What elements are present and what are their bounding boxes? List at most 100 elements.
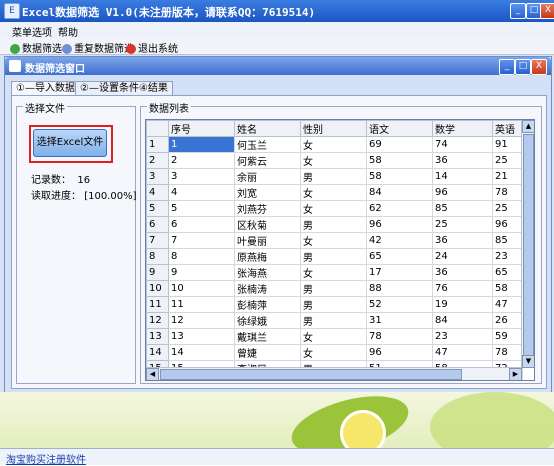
table-cell[interactable]: 戴琪兰: [234, 328, 301, 345]
table-cell[interactable]: 余丽: [234, 168, 301, 185]
table-cell[interactable]: 13: [168, 328, 235, 345]
column-header[interactable]: 性别: [300, 120, 367, 137]
table-cell[interactable]: 女: [300, 264, 367, 281]
table-cell[interactable]: 19: [432, 296, 493, 313]
table-cell[interactable]: 26: [492, 312, 523, 329]
table-cell[interactable]: 21: [492, 168, 523, 185]
table-cell[interactable]: 78: [366, 328, 433, 345]
table-cell[interactable]: 刘宽: [234, 184, 301, 201]
menu-help[interactable]: 帮助: [58, 24, 78, 39]
table-cell[interactable]: 58: [366, 168, 433, 185]
table-cell[interactable]: 52: [366, 296, 433, 313]
table-cell[interactable]: 女: [300, 136, 367, 153]
table-cell[interactable]: 11: [168, 296, 235, 313]
table-cell[interactable]: 何玉兰: [234, 136, 301, 153]
table-cell[interactable]: 84: [432, 312, 493, 329]
table-cell[interactable]: 刘燕芬: [234, 200, 301, 217]
table-cell[interactable]: 62: [366, 200, 433, 217]
column-header[interactable]: 数学: [432, 120, 493, 137]
table-cell[interactable]: 女: [300, 328, 367, 345]
table-cell[interactable]: 78: [492, 344, 523, 361]
horizontal-scrollbar[interactable]: ◀ ▶: [146, 367, 522, 380]
table-cell[interactable]: 36: [432, 152, 493, 169]
table-cell[interactable]: 4: [168, 184, 235, 201]
table-cell[interactable]: 女: [300, 232, 367, 249]
table-cell[interactable]: 96: [366, 344, 433, 361]
vertical-scroll-thumb[interactable]: [523, 134, 534, 356]
row-header[interactable]: 14: [146, 344, 169, 361]
inner-maximize-button[interactable]: □: [515, 59, 531, 75]
menu-options[interactable]: 菜单选项: [12, 24, 52, 39]
table-cell[interactable]: 原燕梅: [234, 248, 301, 265]
inner-close-button[interactable]: X: [531, 59, 547, 75]
data-filter-button[interactable]: 数据筛选: [10, 40, 62, 55]
exit-button[interactable]: 退出系统: [126, 40, 178, 55]
table-cell[interactable]: 25: [492, 200, 523, 217]
table-cell[interactable]: 14: [168, 344, 235, 361]
table-cell[interactable]: 17: [366, 264, 433, 281]
table-cell[interactable]: 23: [492, 248, 523, 265]
tab-conditions[interactable]: ②—设置条件④结果: [75, 81, 173, 96]
table-cell[interactable]: 65: [366, 248, 433, 265]
table-cell[interactable]: 23: [432, 328, 493, 345]
data-grid[interactable]: 序号 姓名 性别 语文 数学 英语 1 1 何玉兰女 69 74 91 2 2 何紫云女 58 36 25 3 3 余…: [145, 119, 535, 381]
table-cell[interactable]: 女: [300, 152, 367, 169]
table-cell[interactable]: 96: [432, 184, 493, 201]
table-cell[interactable]: 84: [366, 184, 433, 201]
table-cell[interactable]: 31: [366, 312, 433, 329]
table-cell[interactable]: 14: [432, 168, 493, 185]
scroll-right-button[interactable]: ▶: [509, 368, 522, 380]
table-cell[interactable]: 8: [168, 248, 235, 265]
table-cell[interactable]: 9: [168, 264, 235, 281]
table-row[interactable]: 3 3 余丽男 58 14 21: [146, 168, 523, 185]
table-cell[interactable]: 女: [300, 200, 367, 217]
scroll-down-button[interactable]: ▼: [522, 355, 534, 368]
table-cell[interactable]: 25: [432, 216, 493, 233]
table-cell[interactable]: 张海燕: [234, 264, 301, 281]
table-cell[interactable]: 91: [492, 136, 523, 153]
column-header[interactable]: 语文: [366, 120, 433, 137]
table-row[interactable]: 14 14 曾婕女 96 47 78: [146, 344, 523, 361]
row-header[interactable]: 5: [146, 200, 169, 217]
column-header[interactable]: 英语: [492, 120, 523, 137]
row-header[interactable]: 12: [146, 312, 169, 329]
table-cell[interactable]: 女: [300, 184, 367, 201]
table-cell[interactable]: 10: [168, 280, 235, 297]
row-header[interactable]: 10: [146, 280, 169, 297]
table-cell[interactable]: 1: [168, 136, 235, 153]
table-cell[interactable]: 男: [300, 296, 367, 313]
table-row[interactable]: 8 8 原燕梅男 65 24 23: [146, 248, 523, 265]
table-cell[interactable]: 47: [492, 296, 523, 313]
table-cell[interactable]: 男: [300, 168, 367, 185]
close-button[interactable]: X: [540, 3, 554, 19]
table-row[interactable]: 13 13 戴琪兰女 78 23 59: [146, 328, 523, 345]
table-cell[interactable]: 男: [300, 312, 367, 329]
table-cell[interactable]: 42: [366, 232, 433, 249]
table-cell[interactable]: 叶曼丽: [234, 232, 301, 249]
row-header[interactable]: 3: [146, 168, 169, 185]
table-cell[interactable]: 78: [492, 184, 523, 201]
table-cell[interactable]: 5: [168, 200, 235, 217]
table-cell[interactable]: 曾婕: [234, 344, 301, 361]
table-cell[interactable]: 59: [492, 328, 523, 345]
table-cell[interactable]: 区秋菊: [234, 216, 301, 233]
inner-minimize-button[interactable]: _: [499, 59, 515, 75]
table-cell[interactable]: 85: [432, 200, 493, 217]
table-cell[interactable]: 58: [492, 280, 523, 297]
table-cell[interactable]: 96: [366, 216, 433, 233]
table-row[interactable]: 12 12 徐绿娥男 31 84 26: [146, 312, 523, 329]
table-cell[interactable]: 女: [300, 344, 367, 361]
table-row[interactable]: 5 5 刘燕芬女 62 85 25: [146, 200, 523, 217]
table-cell[interactable]: 36: [432, 232, 493, 249]
table-cell[interactable]: 男: [300, 216, 367, 233]
scroll-left-button[interactable]: ◀: [146, 368, 159, 380]
table-row[interactable]: 4 4 刘宽女 84 96 78: [146, 184, 523, 201]
column-header[interactable]: 序号: [168, 120, 235, 137]
table-cell[interactable]: 3: [168, 168, 235, 185]
row-header[interactable]: 8: [146, 248, 169, 265]
table-cell[interactable]: 36: [432, 264, 493, 281]
horizontal-scroll-thumb[interactable]: [160, 369, 462, 380]
table-row[interactable]: 1 1 何玉兰女 69 74 91: [146, 136, 523, 153]
table-cell[interactable]: 96: [492, 216, 523, 233]
table-cell[interactable]: 12: [168, 312, 235, 329]
